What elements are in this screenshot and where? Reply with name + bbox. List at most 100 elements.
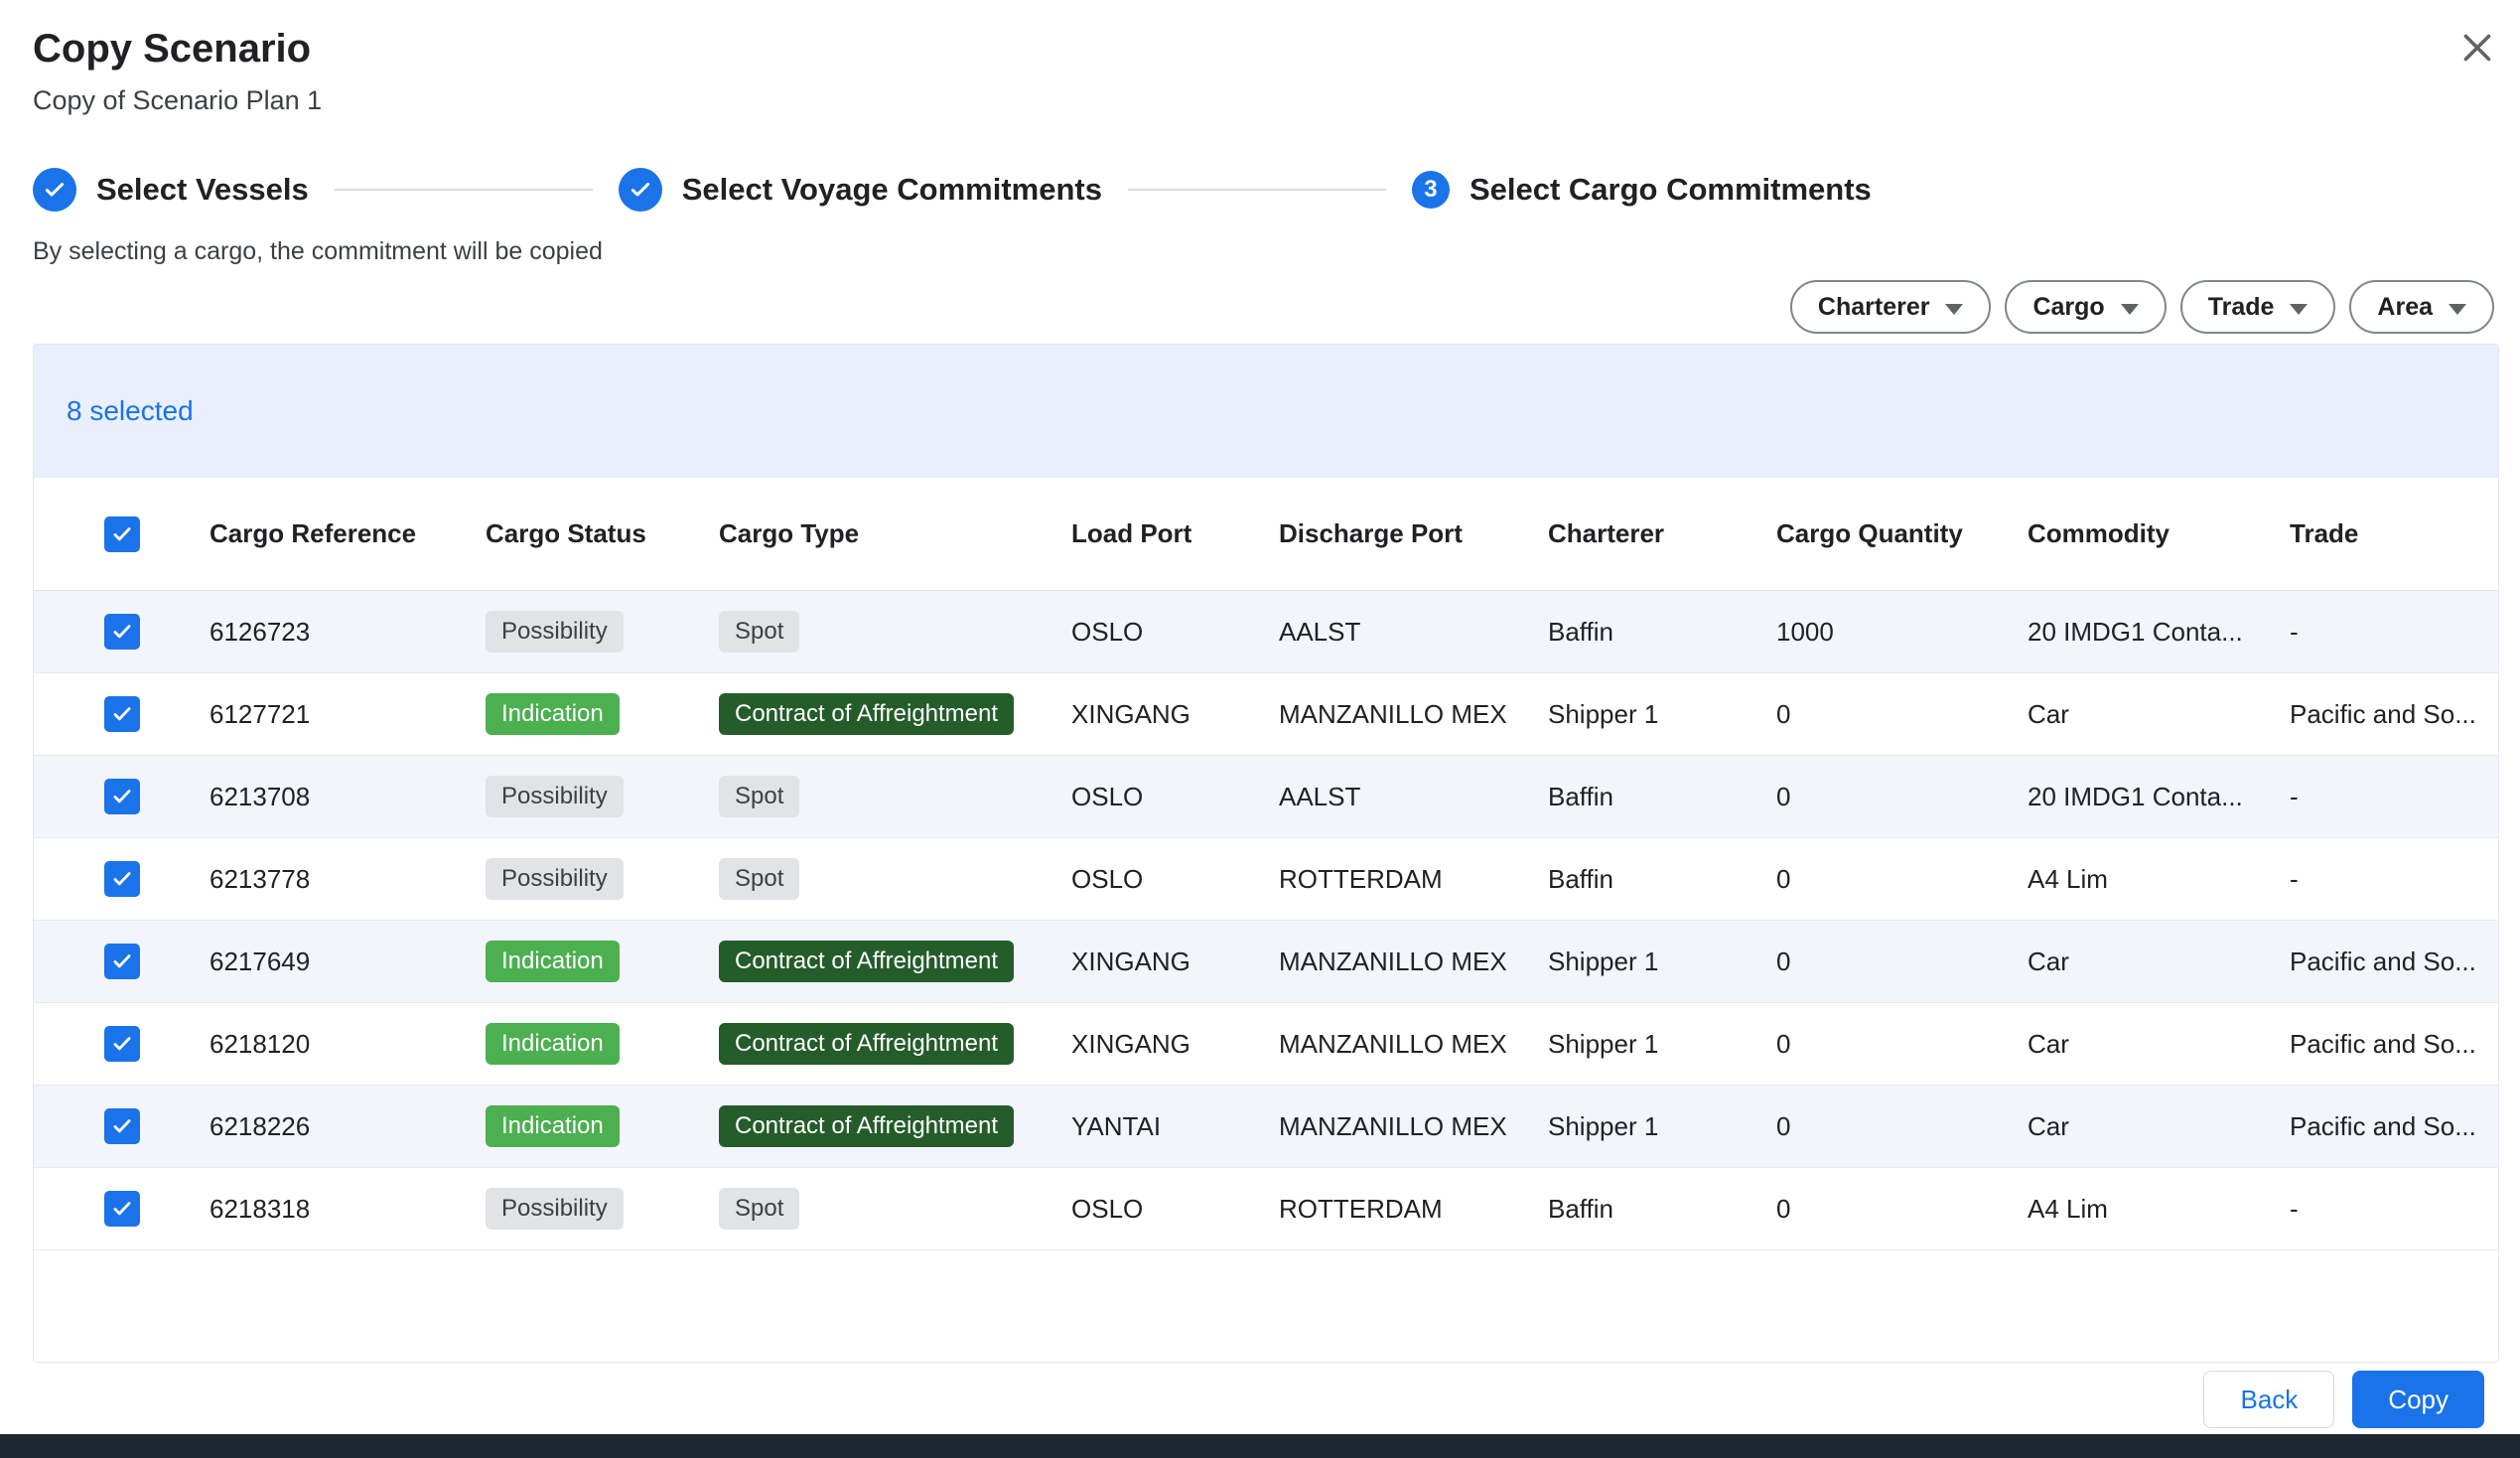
cargo-commitments-table: 8 selected Cargo ReferenceCargo StatusCa… <box>33 344 2499 1363</box>
row-checkbox[interactable] <box>104 861 140 897</box>
filter-cargo-dropdown[interactable]: Cargo <box>2005 280 2166 334</box>
cargo-type-cell: Contract of Affreightment <box>719 941 1071 983</box>
load-port-cell: OSLO <box>1071 864 1279 895</box>
step-select-voyage-commitments[interactable]: Select Voyage Commitments <box>619 168 1102 212</box>
trade-cell: Pacific and So... <box>2290 1029 2499 1060</box>
cargo-status-cell: Indication <box>486 941 719 983</box>
table-row: 6213778 Possibility Spot OSLO ROTTERDAM … <box>34 838 2498 921</box>
cargo-reference-cell: 6126723 <box>210 617 486 648</box>
filter-area-dropdown[interactable]: Area <box>2349 280 2494 334</box>
close-button[interactable] <box>2454 26 2500 72</box>
commodity-cell: Car <box>2028 699 2290 730</box>
trade-cell: Pacific and So... <box>2290 1111 2499 1142</box>
cargo-reference-cell: 6218226 <box>210 1111 486 1142</box>
copy-button[interactable]: Copy <box>2352 1371 2484 1428</box>
cargo-type-badge: Contract of Affreightment <box>719 693 1014 736</box>
table-row: 6218226 Indication Contract of Affreight… <box>34 1086 2498 1168</box>
selection-summary-band: 8 selected <box>34 345 2498 478</box>
cargo-type-badge: Contract of Affreightment <box>719 941 1014 983</box>
cargo-quantity-cell: 0 <box>1776 782 2028 812</box>
charterer-cell: Baffin <box>1548 617 1776 648</box>
filter-trade-dropdown[interactable]: Trade <box>2180 280 2336 334</box>
column-header: Commodity <box>2028 516 2290 551</box>
row-checkbox-cell <box>34 614 210 650</box>
step-select-cargo-commitments[interactable]: 3 Select Cargo Commitments <box>1412 171 1872 209</box>
discharge-port-cell: ROTTERDAM <box>1279 1194 1548 1225</box>
cargo-quantity-cell: 0 <box>1776 1194 2028 1225</box>
column-header: Trade <box>2290 516 2499 551</box>
charterer-cell: Shipper 1 <box>1548 1111 1776 1142</box>
table-row: 6217649 Indication Contract of Affreight… <box>34 921 2498 1003</box>
trade-cell: Pacific and So... <box>2290 699 2499 730</box>
cargo-status-cell: Possibility <box>486 858 719 901</box>
column-header: Load Port <box>1071 516 1279 551</box>
step-connector <box>1128 189 1386 191</box>
stepper: Select Vessels Select Voyage Commitments… <box>33 168 2487 212</box>
chevron-down-icon <box>2290 304 2308 315</box>
row-checkbox-cell <box>34 1026 210 1062</box>
load-port-cell: OSLO <box>1071 1194 1279 1225</box>
commodity-cell: 20 IMDG1 Conta... <box>2028 782 2290 812</box>
column-header: Cargo Quantity <box>1776 516 2028 551</box>
commodity-cell: 20 IMDG1 Conta... <box>2028 617 2290 648</box>
commodity-cell: Car <box>2028 1111 2290 1142</box>
cargo-type-cell: Spot <box>719 858 1071 901</box>
discharge-port-cell: MANZANILLO MEX <box>1279 947 1548 977</box>
filter-charterer-dropdown[interactable]: Charterer <box>1790 280 1992 334</box>
cargo-quantity-cell: 0 <box>1776 864 2028 895</box>
cargo-status-cell: Possibility <box>486 611 719 654</box>
cargo-status-badge: Possibility <box>486 611 624 654</box>
discharge-port-cell: AALST <box>1279 617 1548 648</box>
dialog-header: Copy Scenario Copy of Scenario Plan 1 <box>0 0 2520 116</box>
back-button[interactable]: Back <box>2203 1371 2334 1428</box>
charterer-cell: Baffin <box>1548 1194 1776 1225</box>
filter-label: Area <box>2377 293 2433 322</box>
selected-count: 8 selected <box>67 395 194 427</box>
table-row: 6126723 Possibility Spot OSLO AALST Baff… <box>34 591 2498 673</box>
trade-cell: - <box>2290 1194 2499 1225</box>
column-header: Cargo Status <box>486 516 719 551</box>
cargo-quantity-cell: 0 <box>1776 947 2028 977</box>
select-all-cell <box>34 516 210 552</box>
select-all-checkbox[interactable] <box>104 516 140 552</box>
load-port-cell: XINGANG <box>1071 1029 1279 1060</box>
step-number-badge: 3 <box>1412 171 1450 209</box>
cargo-status-badge: Possibility <box>486 1188 624 1231</box>
cargo-status-badge: Indication <box>486 1023 620 1066</box>
load-port-cell: XINGANG <box>1071 699 1279 730</box>
cargo-reference-cell: 6217649 <box>210 947 486 977</box>
filter-label: Trade <box>2208 293 2275 322</box>
row-checkbox[interactable] <box>104 944 140 979</box>
cargo-status-badge: Indication <box>486 1105 620 1148</box>
row-checkbox[interactable] <box>104 1108 140 1144</box>
commodity-cell: A4 Lim <box>2028 864 2290 895</box>
row-checkbox[interactable] <box>104 614 140 650</box>
cargo-type-badge: Contract of Affreightment <box>719 1023 1014 1066</box>
column-header: Cargo Reference <box>210 516 486 551</box>
chevron-down-icon <box>2449 304 2466 315</box>
column-header: Cargo Type <box>719 516 1071 551</box>
row-checkbox[interactable] <box>104 1026 140 1062</box>
step-label: Select Vessels <box>96 172 309 208</box>
cargo-type-cell: Contract of Affreightment <box>719 1105 1071 1148</box>
cargo-type-cell: Spot <box>719 1188 1071 1231</box>
table-header-row: Cargo ReferenceCargo StatusCargo TypeLoa… <box>34 478 2498 591</box>
cargo-status-badge: Possibility <box>486 776 624 818</box>
filter-bar: Charterer Cargo Trade Area <box>33 280 2494 334</box>
charterer-cell: Baffin <box>1548 864 1776 895</box>
step-label: Select Cargo Commitments <box>1470 172 1872 208</box>
row-checkbox[interactable] <box>104 1191 140 1227</box>
commodity-cell: Car <box>2028 1029 2290 1060</box>
cargo-reference-cell: 6213708 <box>210 782 486 812</box>
table-row: 6213708 Possibility Spot OSLO AALST Baff… <box>34 756 2498 838</box>
row-checkbox[interactable] <box>104 779 140 814</box>
cargo-quantity-cell: 0 <box>1776 1111 2028 1142</box>
step-select-vessels[interactable]: Select Vessels <box>33 168 309 212</box>
row-checkbox-cell <box>34 779 210 814</box>
discharge-port-cell: MANZANILLO MEX <box>1279 1029 1548 1060</box>
row-checkbox[interactable] <box>104 696 140 732</box>
table-row: 6218120 Indication Contract of Affreight… <box>34 1003 2498 1086</box>
trade-cell: - <box>2290 864 2499 895</box>
chevron-down-icon <box>2121 304 2139 315</box>
cargo-reference-cell: 6127721 <box>210 699 486 730</box>
